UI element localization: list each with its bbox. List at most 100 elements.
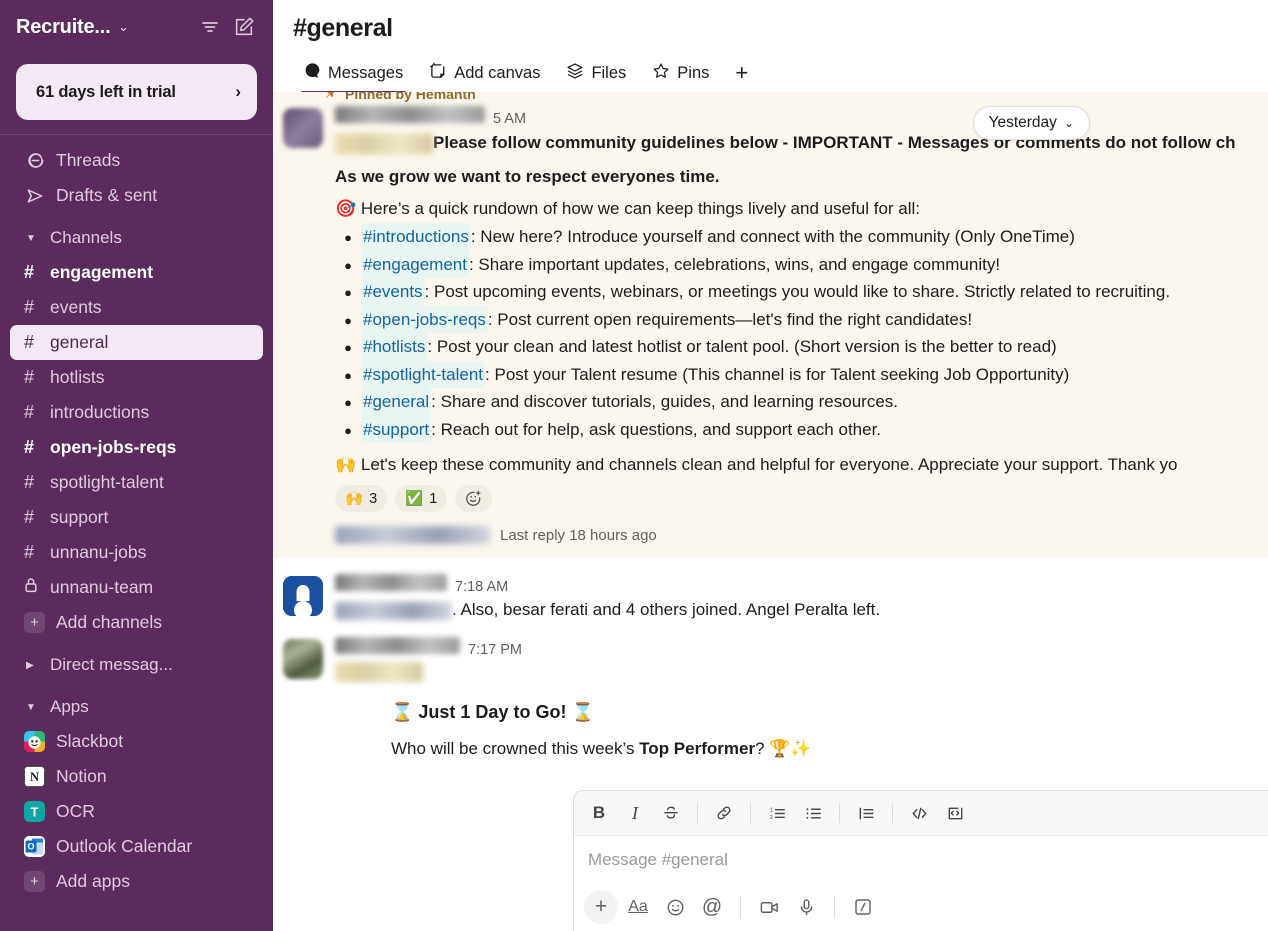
tab-files[interactable]: Files: [555, 57, 637, 95]
sidebar-item-engagement[interactable]: # engagement: [10, 255, 263, 290]
message-list[interactable]: Yesterday ⌄ Pinned by Hemanth 5 AM Pleas…: [273, 92, 1268, 790]
channel-link[interactable]: #events: [361, 278, 425, 306]
sidebar-item-events[interactable]: # events: [10, 290, 263, 325]
channel-label: introductions: [50, 402, 150, 422]
svg-text:T: T: [31, 805, 39, 820]
reaction-pill[interactable]: 🙌 3: [335, 485, 388, 513]
blockquote-icon[interactable]: [849, 797, 883, 829]
trial-banner[interactable]: 61 days left in trial ›: [16, 64, 257, 120]
direct-messages-section-header[interactable]: ▶ Direct messag...: [0, 648, 273, 682]
channel-link[interactable]: #engagement: [361, 250, 469, 279]
timestamp[interactable]: 7:18 AM: [455, 579, 508, 595]
sidebar-item-drafts[interactable]: Drafts & sent: [0, 178, 273, 213]
link-icon[interactable]: [707, 797, 741, 829]
video-icon[interactable]: [752, 890, 786, 924]
channel-link[interactable]: #hotlists: [361, 333, 428, 361]
channel-label: hotlists: [50, 367, 105, 387]
add-reaction-button[interactable]: [455, 485, 493, 513]
code-block-icon[interactable]: [938, 797, 972, 829]
compose-icon[interactable]: [229, 12, 259, 42]
filter-icon[interactable]: [195, 12, 225, 42]
add-apps-label: Add apps: [56, 871, 130, 891]
code-icon[interactable]: [902, 797, 936, 829]
avatar[interactable]: [283, 108, 323, 148]
channel-tabs: Messages Add canvas Files Pins +: [293, 55, 1248, 96]
tab-pins[interactable]: Pins: [641, 57, 720, 95]
sidebar-item-spotlight-talent[interactable]: # spotlight-talent: [10, 465, 263, 500]
hash-icon: #: [24, 297, 35, 317]
chevron-down-icon: ⌄: [1063, 116, 1074, 130]
chevron-down-icon[interactable]: ⌄: [119, 20, 129, 34]
bullet-icon: ●: [344, 395, 352, 411]
plus-icon[interactable]: +: [584, 890, 618, 924]
reaction-count: 1: [429, 490, 438, 507]
thread-summary[interactable]: Last reply 18 hours ago: [335, 526, 1248, 545]
dm-section-label: Direct messag...: [50, 655, 173, 674]
sidebar-item-unnanu-jobs[interactable]: # unnanu-jobs: [10, 535, 263, 570]
list-item-text: : Share important updates, celebrations,…: [468, 254, 1001, 274]
bold-icon[interactable]: B: [582, 797, 616, 829]
sidebar-item-unnanu-team[interactable]: unnanu-team: [10, 570, 263, 605]
channel-link[interactable]: #introductions: [361, 223, 471, 251]
mention-icon[interactable]: @: [695, 890, 729, 924]
channel-link[interactable]: #spotlight-talent: [361, 360, 486, 389]
channel-link[interactable]: #support: [361, 415, 432, 444]
slash-command-icon[interactable]: [846, 890, 880, 924]
message-mention: [335, 661, 1248, 682]
channel-link[interactable]: #open-jobs-reqs: [361, 305, 488, 334]
microphone-icon[interactable]: [789, 890, 823, 924]
add-channels-button[interactable]: + Add channels: [10, 605, 263, 640]
plus-icon: +: [24, 612, 45, 633]
timestamp[interactable]: 5 AM: [493, 111, 526, 127]
workspace-header: Recruite... ⌄: [0, 0, 273, 54]
bullet-icon: ●: [344, 257, 352, 273]
avatar[interactable]: [283, 576, 323, 617]
sidebar-item-open-jobs-reqs[interactable]: # open-jobs-reqs: [10, 430, 263, 465]
strikethrough-icon[interactable]: [654, 797, 688, 829]
hash-icon: #: [293, 14, 307, 42]
list-item-text: : New here? Introduce yourself and conne…: [470, 227, 1075, 247]
text-format-icon[interactable]: Aa: [621, 890, 655, 924]
page-title[interactable]: #general: [293, 14, 1248, 43]
timestamp[interactable]: 7:17 PM: [468, 642, 522, 658]
sidebar-item-ocr[interactable]: T OCR: [10, 794, 263, 829]
reaction-pill[interactable]: ✅ 1: [395, 485, 448, 513]
target-icon: 🎯: [335, 199, 357, 219]
sidebar-item-threads[interactable]: Threads: [0, 143, 273, 178]
chevron-down-icon: ▼: [26, 701, 36, 713]
message-input[interactable]: Message #general: [574, 836, 1268, 884]
notion-icon: N: [24, 766, 45, 787]
list-item: ● #events: Post upcoming events, webinars…: [335, 278, 1248, 306]
avatar[interactable]: [283, 638, 323, 679]
emoji-icon[interactable]: [658, 890, 692, 924]
list-item-text: : Post upcoming events, webinars, or mee…: [424, 282, 1171, 302]
plus-icon: +: [24, 871, 45, 892]
tab-messages[interactable]: Messages: [293, 57, 414, 94]
tab-label: Add canvas: [454, 63, 541, 82]
day-divider-pill[interactable]: Yesterday ⌄: [972, 106, 1090, 140]
italic-icon[interactable]: I: [618, 797, 652, 829]
tab-label: Pins: [677, 63, 710, 82]
sidebar-item-general[interactable]: # general: [10, 325, 263, 360]
sidebar-item-support[interactable]: # support: [10, 500, 263, 535]
sidebar-item-introductions[interactable]: # introductions: [10, 395, 263, 430]
bulleted-list-icon[interactable]: [796, 797, 830, 829]
channel-link[interactable]: #general: [361, 388, 432, 416]
hash-icon: #: [24, 507, 35, 527]
pinned-message-body: 5 AM Please follow community guidelines …: [335, 106, 1248, 545]
sidebar-item-slackbot[interactable]: Slackbot: [10, 724, 263, 759]
add-tab-button[interactable]: +: [724, 55, 759, 96]
ordered-list-icon[interactable]: 1 2: [760, 797, 794, 829]
channels-section-header[interactable]: ▼ Channels: [0, 221, 273, 255]
add-apps-button[interactable]: + Add apps: [10, 864, 263, 899]
sidebar-item-hotlists[interactable]: # hotlists: [10, 360, 263, 395]
outlook-calendar-icon: O: [24, 836, 45, 857]
tab-add-canvas[interactable]: Add canvas: [418, 57, 551, 95]
pinned-message-meta: 5 AM: [335, 106, 1248, 127]
sidebar-item-outlook-calendar[interactable]: O Outlook Calendar: [10, 829, 263, 864]
apps-section-header[interactable]: ▼ Apps: [0, 690, 273, 724]
hash-icon: #: [24, 402, 35, 422]
sidebar-item-notion[interactable]: N Notion: [10, 759, 263, 794]
ocr-icon: T: [24, 801, 45, 822]
workspace-name[interactable]: Recruite...: [16, 16, 111, 39]
